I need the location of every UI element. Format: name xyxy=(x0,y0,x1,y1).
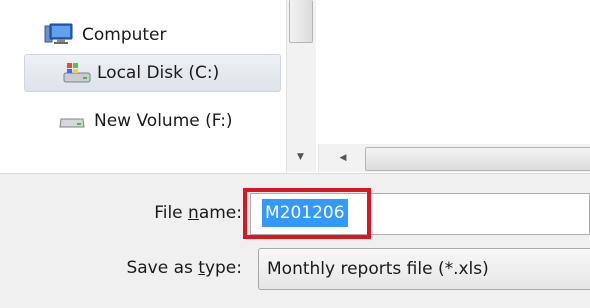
scroll-left-icon[interactable]: ◀ xyxy=(330,144,356,172)
save-as-type-value: Monthly reports file (*.xls) xyxy=(267,259,489,279)
save-as-type-select[interactable]: Monthly reports file (*.xls) xyxy=(258,248,590,290)
nav-scroll-thumb[interactable] xyxy=(289,0,313,43)
nav-item-new-volume[interactable]: New Volume (F:) xyxy=(58,102,233,140)
filename-label: File name: xyxy=(154,203,242,223)
nav-item-local-disk[interactable]: Local Disk (C:) xyxy=(24,54,281,92)
nav-item-computer[interactable]: Computer xyxy=(44,16,167,54)
nav-item-label: New Volume (F:) xyxy=(94,111,233,131)
nav-item-label: Computer xyxy=(82,25,167,45)
drive-icon xyxy=(58,111,86,131)
scroll-down-icon[interactable]: ▼ xyxy=(286,144,315,170)
save-as-type-label: Save as type: xyxy=(126,258,242,278)
local-disk-icon xyxy=(63,61,91,85)
highlight-annotation xyxy=(243,188,371,239)
nav-item-label: Local Disk (C:) xyxy=(97,63,220,83)
computer-icon xyxy=(44,23,74,47)
file-scroll-thumb[interactable] xyxy=(365,147,590,171)
